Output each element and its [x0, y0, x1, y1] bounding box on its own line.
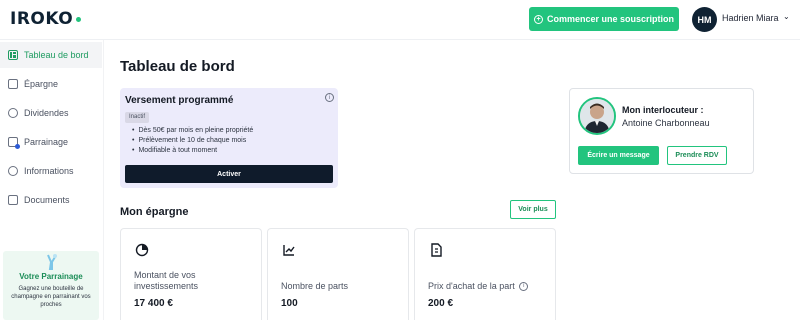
- pie-chart-icon: [8, 108, 18, 118]
- see-more-button[interactable]: Voir plus: [510, 200, 556, 219]
- referral-promo-card[interactable]: Votre Parrainage Gagnez une bouteille de…: [3, 251, 99, 320]
- stat-value: 100: [281, 298, 298, 309]
- wallet-icon: [8, 79, 18, 89]
- chevron-down-icon[interactable]: ⌄: [783, 12, 790, 21]
- advisor-card: Mon interlocuteur : Antoine Charbonneau …: [569, 88, 754, 174]
- line-chart-icon: [283, 245, 295, 256]
- user-circle-icon: [8, 166, 18, 176]
- list-item: Modifiable à tout moment: [132, 146, 253, 156]
- dashboard-icon: [8, 50, 18, 60]
- champagne-icon: [47, 254, 57, 270]
- advisor-avatar: [578, 97, 616, 135]
- stat-card-shares: Nombre de parts 100: [267, 228, 409, 320]
- list-item: Prélèvement le 10 de chaque mois: [132, 136, 253, 146]
- advisor-photo: [580, 99, 614, 133]
- scheduled-payment-card: Versement programmé i Inactif Dès 50€ pa…: [120, 88, 338, 188]
- sidebar-item-label: Dividendes: [24, 108, 69, 118]
- stat-value: 17 400 €: [134, 298, 173, 309]
- plus-circle-icon: +: [533, 14, 543, 24]
- feature-list: Dès 50€ par mois en pleine propriété Pré…: [132, 126, 253, 156]
- sidebar-item-label: Informations: [24, 166, 74, 176]
- stat-label: Montant de vos investissements: [134, 270, 199, 291]
- document-icon: [431, 243, 442, 257]
- sidebar-item-documents[interactable]: Documents: [0, 187, 102, 213]
- stat-label: Prix d'achat de la part: [428, 281, 515, 291]
- pie-chart-icon: [135, 243, 149, 257]
- sidebar-item-referral[interactable]: Parrainage: [0, 129, 102, 155]
- sidebar-item-dashboard[interactable]: Tableau de bord: [0, 42, 102, 68]
- book-appointment-button[interactable]: Prendre RDV: [667, 146, 727, 165]
- folder-icon: [8, 195, 18, 205]
- list-item: Dès 50€ par mois en pleine propriété: [132, 126, 253, 136]
- stat-value: 200 €: [428, 298, 454, 309]
- referral-icon: [8, 137, 20, 149]
- savings-section-title: Mon épargne: [120, 206, 189, 218]
- promo-title: Votre Parrainage: [19, 272, 83, 281]
- sidebar-item-dividends[interactable]: Dividendes: [0, 100, 102, 126]
- avatar[interactable]: HM: [692, 7, 717, 32]
- status-badge: Inactif: [125, 112, 150, 123]
- sidebar-item-label: Épargne: [24, 79, 59, 89]
- top-bar: IROKO + Commencer une souscription HM Ha…: [0, 0, 800, 40]
- stat-label: Nombre de parts: [281, 281, 349, 291]
- logo-text: IROKO: [10, 9, 74, 29]
- sidebar-item-label: Tableau de bord: [24, 50, 89, 60]
- info-icon[interactable]: i: [519, 282, 529, 292]
- start-subscription-label: Commencer une souscription: [546, 14, 675, 24]
- page-title: Tableau de bord: [120, 58, 235, 75]
- logo[interactable]: IROKO: [10, 9, 82, 29]
- card-title: Versement programmé: [125, 95, 234, 106]
- stat-card-share-price: Prix d'achat de la part i 200 €: [414, 228, 556, 320]
- sidebar-item-label: Parrainage: [24, 137, 69, 147]
- stat-card-investments: Montant de vos investissements 17 400 €: [120, 228, 262, 320]
- sidebar-item-information[interactable]: Informations: [0, 158, 102, 184]
- logo-dot: [76, 16, 82, 22]
- sidebar-item-savings[interactable]: Épargne: [0, 71, 102, 97]
- info-icon[interactable]: i: [325, 93, 334, 102]
- sidebar-item-label: Documents: [24, 195, 70, 205]
- start-subscription-button[interactable]: + Commencer une souscription: [529, 7, 679, 31]
- activate-button[interactable]: Activer: [125, 165, 333, 183]
- stat-label-row: Prix d'achat de la part i: [428, 281, 529, 292]
- write-message-button[interactable]: Écrire un message: [578, 146, 659, 165]
- advisor-name: Antoine Charbonneau: [622, 118, 710, 128]
- advisor-label: Mon interlocuteur :: [622, 105, 704, 115]
- promo-text: Gagnez une bouteille de champagne en par…: [11, 286, 91, 308]
- user-name[interactable]: Hadrien Miara: [722, 13, 779, 23]
